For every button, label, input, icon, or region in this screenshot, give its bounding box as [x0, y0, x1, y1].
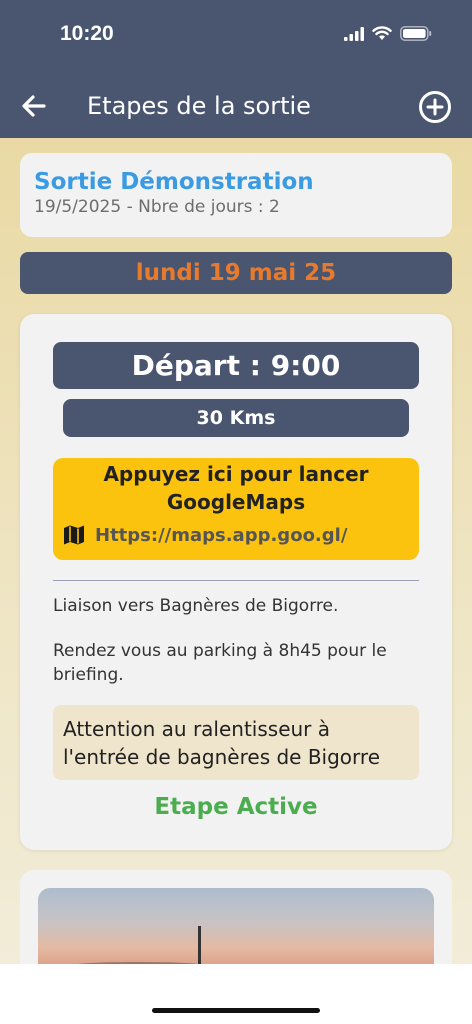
app-header: 10:20 Etapes de la sortie: [0, 0, 472, 138]
step-status: Etape Active: [154, 794, 318, 820]
battery-icon: [400, 26, 432, 41]
warning-note: Attention au ralentisseur à l'entrée de …: [53, 705, 419, 780]
back-arrow-icon: [22, 95, 46, 117]
map-icon: [64, 525, 84, 545]
step-description-2: Rendez vous au parking à 8h45 pour le br…: [53, 641, 387, 685]
maps-button-label: Appuyez ici pour lancer GoogleMaps: [53, 460, 419, 516]
step-description-1: Liaison vers Bagnères de Bigorre.: [53, 596, 339, 616]
bottom-bar: [0, 964, 472, 1024]
nav-bar: Etapes de la sortie: [0, 80, 472, 132]
maps-link[interactable]: Https://maps.app.goo.gl/: [95, 525, 347, 546]
add-circle-icon: [419, 91, 451, 123]
back-button[interactable]: [18, 90, 50, 122]
next-step-card[interactable]: [20, 870, 452, 964]
status-bar: 10:20: [0, 0, 472, 70]
google-maps-button[interactable]: Appuyez ici pour lancer GoogleMaps Https…: [53, 458, 419, 560]
trip-title: Sortie Démonstration: [34, 169, 314, 195]
divider: [53, 580, 419, 581]
tower-silhouette: [198, 926, 201, 964]
add-step-button[interactable]: [418, 90, 452, 124]
warning-line-2: l'entrée de bagnères de Bigorre: [63, 745, 381, 769]
signal-icon: [344, 26, 364, 41]
warning-line-1: Attention au ralentisseur à: [63, 717, 331, 741]
step-list[interactable]: Sortie Démonstration 19/5/2025 - Nbre de…: [0, 138, 472, 964]
status-time: 10:20: [60, 22, 114, 45]
maps-link-row[interactable]: Https://maps.app.goo.gl/: [63, 524, 347, 546]
home-indicator[interactable]: [152, 1008, 320, 1013]
trip-card[interactable]: Sortie Démonstration 19/5/2025 - Nbre de…: [20, 153, 452, 237]
maps-button-label-line2: GoogleMaps: [166, 490, 306, 514]
day-banner: lundi 19 mai 25: [20, 252, 452, 294]
trip-subtitle: 19/5/2025 - Nbre de jours : 2: [34, 197, 280, 217]
status-icons: [344, 26, 432, 41]
distance-badge: 30 Kms: [63, 399, 409, 437]
maps-button-label-line1: Appuyez ici pour lancer: [103, 462, 369, 486]
departure-time: Départ : 9:00: [53, 342, 419, 389]
step-photo: [38, 888, 434, 964]
wifi-icon: [372, 26, 392, 40]
page-title: Etapes de la sortie: [87, 92, 311, 120]
step-card[interactable]: Départ : 9:00 30 Kms Appuyez ici pour la…: [20, 314, 452, 850]
